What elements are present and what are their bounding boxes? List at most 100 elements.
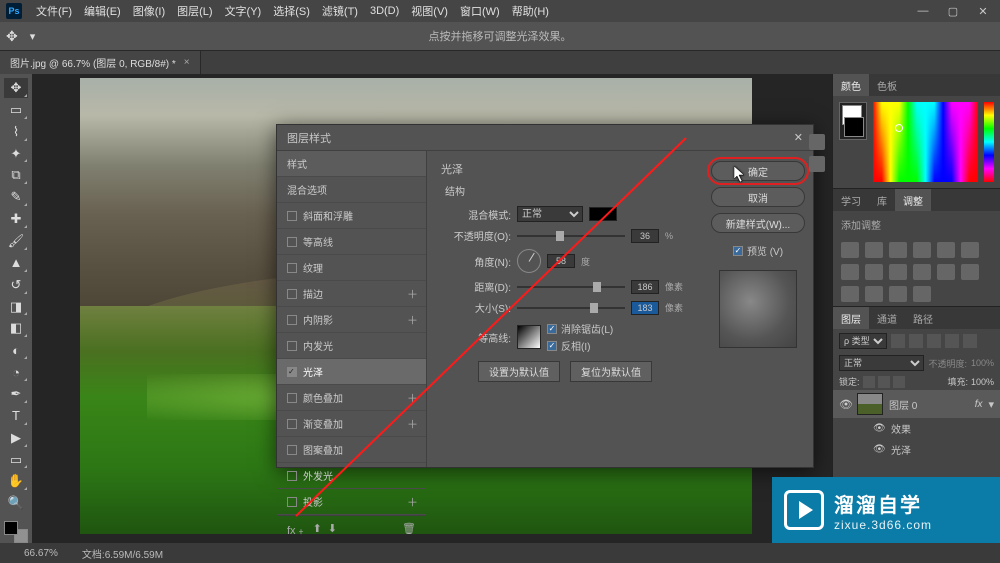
canvas-area[interactable]: 图层样式 ✕ 样式 混合选项 斜面和浮雕 等高线 纹理 描边＋ 内阴影＋ 内发光… [32,74,832,543]
marquee-tool[interactable]: ▭ [4,100,28,120]
style-color-overlay[interactable]: 颜色叠加＋ [277,385,426,411]
learn-panel-tab[interactable]: 学习 [833,189,869,211]
layer-name[interactable]: 图层 0 [889,397,969,412]
dialog-titlebar[interactable]: 图层样式 ✕ [277,125,813,151]
menu-edit[interactable]: 编辑(E) [78,3,127,19]
opacity-value[interactable]: 36 [631,229,659,243]
zoom-level[interactable]: 66.67% [24,548,58,559]
blend-mode-select[interactable]: 正常 [517,206,583,222]
filter-smart-icon[interactable] [963,334,977,348]
collapse-fx-icon[interactable]: ▾ [988,398,994,411]
stamp-tool[interactable]: ▲ [4,253,28,273]
color-panel-tab[interactable]: 颜色 [833,74,869,96]
angle-dial[interactable] [517,249,541,273]
style-satin[interactable]: 光泽 [277,359,426,385]
fx-down-icon[interactable]: ⬇ [328,522,337,538]
layer-satin-row[interactable]: 👁 光泽 [833,439,1000,460]
layer-thumbnail[interactable] [857,393,883,415]
visibility-icon[interactable]: 👁 [873,423,885,435]
minimize-button[interactable]: — [912,5,934,18]
doc-size[interactable]: 文档:6.59M/6.59M [82,546,163,561]
fill-value[interactable]: 100% [971,377,994,387]
close-window-button[interactable]: ✕ [972,5,994,18]
gradient-tool[interactable]: ◧ [4,318,28,338]
menu-file[interactable]: 文件(F) [30,3,78,19]
channels-panel-tab[interactable]: 通道 [869,307,905,329]
fg-bg-selector[interactable] [839,102,867,140]
paths-panel-tab[interactable]: 路径 [905,307,941,329]
pen-tool[interactable]: ✒ [4,384,28,404]
style-stroke[interactable]: 描边＋ [277,281,426,307]
type-tool[interactable]: T [4,406,28,426]
foreground-color-swatch[interactable] [4,521,18,535]
eraser-tool[interactable]: ◨ [4,297,28,317]
add-icon[interactable]: ＋ [407,286,418,302]
filter-pixel-icon[interactable] [891,334,905,348]
add-icon[interactable]: ＋ [407,312,418,328]
options-chevron-icon[interactable]: ▾ [30,30,36,43]
menu-help[interactable]: 帮助(H) [506,3,555,19]
filter-shape-icon[interactable] [945,334,959,348]
document-tab[interactable]: 图片.jpg @ 66.7% (图层 0, RGB/8#) * × [0,51,201,74]
menu-type[interactable]: 文字(Y) [219,3,268,19]
move-tool[interactable]: ✥ [4,78,28,98]
vibrance-icon[interactable] [937,242,955,258]
add-icon[interactable]: ＋ [407,416,418,432]
quick-select-tool[interactable]: ✦ [4,144,28,164]
style-inner-glow[interactable]: 内发光 [277,333,426,359]
hue-icon[interactable] [961,242,979,258]
blur-tool[interactable]: ◐ [4,340,28,360]
menu-window[interactable]: 窗口(W) [454,3,506,19]
layer-row-0[interactable]: 👁 图层 0 fx ▾ [833,390,1000,418]
posterize-icon[interactable] [841,286,859,302]
layers-panel-tab[interactable]: 图层 [833,307,869,329]
size-value[interactable]: 183 [631,301,659,315]
libraries-panel-tab[interactable]: 库 [869,189,895,211]
fx-icon[interactable]: fx﹢ [287,522,307,538]
menu-image[interactable]: 图像(I) [127,3,171,19]
contour-thumbnail[interactable] [517,325,541,349]
add-icon[interactable]: ＋ [407,494,418,510]
menu-layer[interactable]: 图层(L) [171,3,218,19]
menu-filter[interactable]: 滤镜(T) [316,3,364,19]
filter-adjust-icon[interactable] [909,334,923,348]
crop-tool[interactable]: ⧉ [4,165,28,185]
hand-tool[interactable]: ✋ [4,471,28,491]
add-icon[interactable]: ＋ [407,390,418,406]
menu-view[interactable]: 视图(V) [405,3,454,19]
reset-default-button[interactable]: 复位为默认值 [570,361,652,382]
size-slider[interactable] [517,307,625,309]
bw-icon[interactable] [865,264,883,280]
menu-select[interactable]: 选择(S) [267,3,316,19]
visibility-icon[interactable]: 👁 [839,398,851,410]
layer-effects-row[interactable]: 👁 效果 [833,418,1000,439]
layer-filter-select[interactable]: ρ 类型 [839,333,887,349]
preview-checkbox[interactable]: ✓ [733,246,743,256]
history-brush-tool[interactable]: ↺ [4,275,28,295]
color-spectrum[interactable] [873,102,978,182]
opacity-slider[interactable] [517,235,625,237]
cancel-button[interactable]: 取消 [711,187,805,207]
channel-mixer-icon[interactable] [913,264,931,280]
new-style-button[interactable]: 新建样式(W)... [711,213,805,233]
lock-position-icon[interactable] [878,376,890,388]
eyedropper-tool[interactable]: ✎ [4,187,28,207]
zoom-tool[interactable]: 🔍 [4,493,28,513]
style-inner-shadow[interactable]: 内阴影＋ [277,307,426,333]
exposure-icon[interactable] [913,242,931,258]
lock-pixels-icon[interactable] [863,376,875,388]
lookup-icon[interactable] [937,264,955,280]
layer-fx-badge[interactable]: fx [975,399,983,410]
style-bevel[interactable]: 斜面和浮雕 [277,203,426,229]
style-texture[interactable]: 纹理 [277,255,426,281]
threshold-icon[interactable] [865,286,883,302]
shape-tool[interactable]: ▭ [4,450,28,470]
path-select-tool[interactable]: ▶ [4,428,28,448]
satin-color-swatch[interactable] [589,207,617,221]
style-drop-shadow[interactable]: 投影＋ [277,489,426,515]
swatches-panel-tab[interactable]: 色板 [869,74,905,96]
properties-panel-icon[interactable] [809,156,825,172]
hue-slider[interactable] [984,102,994,182]
invert-icon[interactable] [961,264,979,280]
menu-3d[interactable]: 3D(D) [364,5,405,17]
